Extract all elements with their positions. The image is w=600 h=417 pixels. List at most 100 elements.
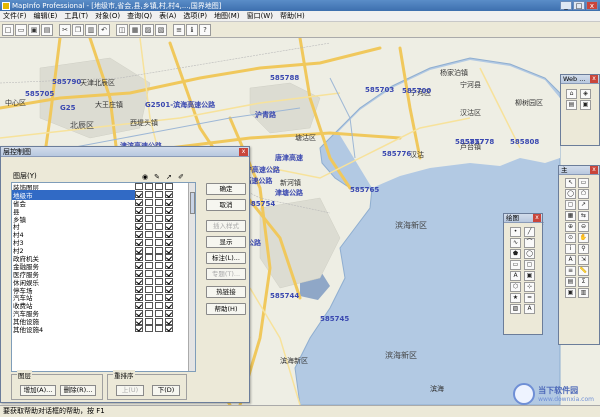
layer-autolabel-checkbox[interactable] [165,293,173,301]
paste-icon[interactable]: ▥ [85,23,97,36]
menu-item-4[interactable]: 查询(Q) [127,11,152,21]
layer-visible-checkbox[interactable] [135,286,143,294]
layout-icon[interactable]: ▧ [155,23,167,36]
layer-visible-checkbox[interactable] [135,317,143,325]
layer-autolabel-checkbox[interactable] [165,254,173,262]
layer-visible-checkbox[interactable] [135,301,143,309]
invert-icon[interactable]: ⇆ [578,211,589,221]
layer-editable-checkbox[interactable] [145,278,153,286]
menu-item-9[interactable]: 帮助(H) [280,11,305,21]
help-icon[interactable]: ? [199,23,211,36]
polyline-icon[interactable]: ∿ [510,238,521,248]
menu-item-1[interactable]: 编辑(E) [34,11,58,21]
layer-editable-checkbox[interactable] [145,309,153,317]
close-button[interactable]: x [586,1,598,10]
rounded-rect-icon[interactable]: ▢ [524,260,535,270]
layer-autolabel-checkbox[interactable] [165,270,173,278]
scale-icon[interactable]: ▥ [578,288,589,298]
cancel-button[interactable]: 取消 [206,199,246,211]
layer-editable-checkbox[interactable] [145,191,153,199]
zoom-in-icon[interactable]: ⊕ [565,222,576,232]
layer-list-scrollbar[interactable] [188,183,195,371]
layer-row[interactable]: 其他设施4 [12,325,195,334]
frame-icon[interactable]: ▣ [524,271,535,281]
hotlink-button[interactable]: 热链接 [206,286,246,298]
select-arrow-icon[interactable]: ↖ [565,178,576,188]
layer-selectable-checkbox[interactable] [155,278,163,286]
info-icon[interactable]: ℹ [186,23,198,36]
copy-icon[interactable]: ❐ [72,23,84,36]
help-button[interactable]: 帮助(H) [206,303,246,315]
layer-selectable-checkbox[interactable] [155,222,163,230]
text-style-icon[interactable]: A [524,304,535,314]
web-icon-1[interactable]: ⌂ [566,89,577,99]
layer-autolabel-checkbox[interactable] [165,207,173,215]
layer-selectable-checkbox[interactable] [155,215,163,222]
layer-editable-checkbox[interactable] [145,207,153,215]
new-file-icon[interactable]: □ [2,23,14,36]
layer-editable-checkbox[interactable] [145,254,153,262]
boundary-select-icon[interactable]: ▢ [565,200,576,210]
layer-editable-checkbox[interactable] [145,286,153,294]
move-down-button[interactable]: 下(D) [152,385,180,396]
grabber-icon[interactable]: ✋ [578,233,589,243]
layer-visible-checkbox[interactable] [135,230,143,238]
layer-selectable-checkbox[interactable] [155,262,163,270]
ok-button[interactable]: 确定 [206,183,246,195]
web-icon-2[interactable]: ◈ [580,89,591,99]
menu-item-7[interactable]: 地图(M) [214,11,240,21]
layer-selectable-checkbox[interactable] [155,293,163,301]
select-all-icon[interactable]: ▣ [565,288,576,298]
layer-autolabel-checkbox[interactable] [165,183,173,191]
graph-icon[interactable]: ▨ [142,23,154,36]
layer-list[interactable]: 装饰图层 地级市 省会县乡镇村村4 村3 村2 政府机关 金融服务 医疗服务 休闲娱乐 停车场 汽车… [11,182,196,372]
layer-autolabel-checkbox[interactable] [165,301,173,309]
layer-editable-checkbox[interactable] [145,246,153,254]
layer-selectable-checkbox[interactable] [155,301,163,309]
main-palette-close-icon[interactable]: x [590,166,598,174]
layer-autolabel-checkbox[interactable] [165,191,173,199]
zoom-out-icon[interactable]: ⊖ [578,222,589,232]
line-style-icon[interactable]: ═ [524,293,535,303]
stats-icon[interactable]: Σ [578,277,589,287]
browser-icon[interactable]: ▦ [129,23,141,36]
drag-window-icon[interactable]: ⇲ [578,255,589,265]
layer-selectable-checkbox[interactable] [155,309,163,317]
layer-autolabel-checkbox[interactable] [165,199,173,207]
layer-editable-checkbox[interactable] [145,230,153,238]
layer-autolabel-checkbox[interactable] [165,238,173,246]
layer-editable-checkbox[interactable] [145,301,153,309]
thematic-button[interactable]: 专题(T)... [206,268,246,280]
layer-editable-checkbox[interactable] [145,270,153,278]
reshape-icon[interactable]: ⬡ [510,282,521,292]
layer-dialog-close-icon[interactable]: x [239,148,248,156]
web-icon-3[interactable]: ▤ [566,100,577,110]
layer-editable-checkbox[interactable] [145,325,153,333]
label-button[interactable]: 标注(L)... [206,252,246,264]
layer-visible-checkbox[interactable] [135,270,143,278]
menu-item-8[interactable]: 窗口(W) [247,11,273,21]
layer-visible-checkbox[interactable] [135,191,143,199]
layer-selectable-checkbox[interactable] [155,199,163,207]
symbol-icon[interactable]: • [510,227,521,237]
radius-select-icon[interactable]: ◯ [565,189,576,199]
layer-visible-checkbox[interactable] [135,238,143,246]
layer-control-icon[interactable]: ≡ [173,23,185,36]
region-style-icon[interactable]: ▨ [510,304,521,314]
layer-editable-checkbox[interactable] [145,215,153,222]
layer-selectable-checkbox[interactable] [155,207,163,215]
layer-selectable-checkbox[interactable] [155,317,163,325]
layer-visible-checkbox[interactable] [135,309,143,317]
unselect-icon[interactable]: ↗ [578,200,589,210]
hotlink-icon[interactable]: ⚲ [578,244,589,254]
open-icon[interactable]: ▭ [15,23,27,36]
layer-visible-checkbox[interactable] [135,278,143,286]
menu-item-0[interactable]: 文件(F) [3,11,27,21]
layer-editable-checkbox[interactable] [145,317,153,325]
menu-item-2[interactable]: 工具(T) [64,11,88,21]
info-tool-icon[interactable]: i [565,244,576,254]
arc-icon[interactable]: ⌒ [524,238,535,248]
layer-visible-checkbox[interactable] [135,262,143,270]
layer-editable-checkbox[interactable] [145,293,153,301]
add-node-icon[interactable]: ⊹ [524,282,535,292]
